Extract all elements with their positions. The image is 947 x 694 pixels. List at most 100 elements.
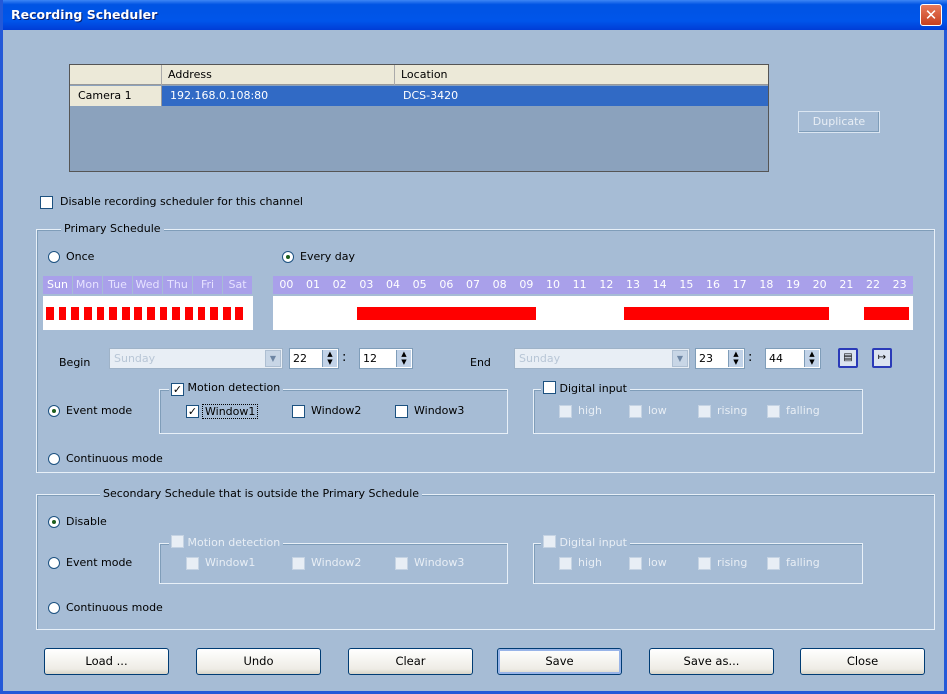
week-schedule-bar xyxy=(96,307,105,320)
hour-label[interactable]: 03 xyxy=(353,276,380,294)
day-header-tue[interactable]: Tue xyxy=(103,276,132,294)
hour-label[interactable]: 10 xyxy=(540,276,567,294)
hour-label[interactable]: 23 xyxy=(886,276,913,294)
hour-label[interactable]: 05 xyxy=(406,276,433,294)
primary-window2-checkbox[interactable] xyxy=(292,405,305,418)
every-day-label: Every day xyxy=(300,250,355,263)
save-as-button[interactable]: Save as... xyxy=(649,648,774,675)
hour-label[interactable]: 18 xyxy=(753,276,780,294)
end-hour-spinner[interactable]: 23 ▲ ▼ xyxy=(695,348,745,369)
secondary-window2-checkbox[interactable] xyxy=(292,557,305,570)
once-radio[interactable] xyxy=(48,251,60,263)
close-button[interactable]: Close xyxy=(800,648,925,675)
window-title: Recording Scheduler xyxy=(11,7,158,22)
hour-label[interactable]: 00 xyxy=(273,276,300,294)
hour-label[interactable]: 13 xyxy=(620,276,647,294)
hour-label[interactable]: 21 xyxy=(833,276,860,294)
secondary-event-mode-label: Event mode xyxy=(66,556,133,569)
column-header-address: Address xyxy=(162,65,395,85)
begin-label: Begin xyxy=(59,356,91,369)
begin-hour-value: 22 xyxy=(293,352,307,365)
hour-label[interactable]: 19 xyxy=(780,276,807,294)
primary-window3-checkbox[interactable] xyxy=(395,405,408,418)
hour-label[interactable]: 02 xyxy=(326,276,353,294)
day-header-thu[interactable]: Thu xyxy=(163,276,192,294)
primary-continuous-mode-radio[interactable] xyxy=(48,453,60,465)
apply-range-icon[interactable]: ↦ xyxy=(872,348,892,368)
secondary-digital-label: Digital input xyxy=(559,536,627,549)
secondary-disable-radio[interactable] xyxy=(48,516,60,528)
secondary-digital-low-checkbox[interactable] xyxy=(629,557,642,570)
primary-digital-rising-label: rising xyxy=(717,404,748,417)
begin-hour-spinner[interactable]: 22 ▲ ▼ xyxy=(289,348,339,369)
spin-arrows-icon[interactable]: ▲ ▼ xyxy=(804,350,819,367)
secondary-event-mode-radio[interactable] xyxy=(48,557,60,569)
spin-arrows-icon[interactable]: ▲ ▼ xyxy=(396,350,411,367)
end-minute-value: 44 xyxy=(769,352,783,365)
hour-label[interactable]: 06 xyxy=(433,276,460,294)
chevron-down-icon: ▼ xyxy=(672,350,688,367)
day-header-wed[interactable]: Wed xyxy=(133,276,162,294)
day-header-sat[interactable]: Sat xyxy=(223,276,252,294)
hour-label[interactable]: 09 xyxy=(513,276,540,294)
hour-label[interactable]: 11 xyxy=(566,276,593,294)
camera-location-cell: DCS-3420 xyxy=(395,86,768,106)
hour-label[interactable]: 17 xyxy=(726,276,753,294)
primary-window2-label: Window2 xyxy=(311,404,362,417)
hour-label[interactable]: 16 xyxy=(700,276,727,294)
hour-label[interactable]: 01 xyxy=(300,276,327,294)
week-schedule-bar xyxy=(46,307,54,320)
day-header-mon[interactable]: Mon xyxy=(73,276,102,294)
undo-button[interactable]: Undo xyxy=(196,648,321,675)
end-day-select[interactable]: Sunday ▼ xyxy=(514,348,690,369)
hour-label[interactable]: 20 xyxy=(806,276,833,294)
hour-label[interactable]: 12 xyxy=(593,276,620,294)
hour-label[interactable]: 07 xyxy=(460,276,487,294)
hour-label[interactable]: 15 xyxy=(673,276,700,294)
day-header-fri[interactable]: Fri xyxy=(193,276,222,294)
begin-day-select[interactable]: Sunday ▼ xyxy=(109,348,283,369)
secondary-digital-high-checkbox[interactable] xyxy=(559,557,572,570)
apply-schedule-icon[interactable]: ▤ xyxy=(838,348,858,368)
close-window-button[interactable]: ✕ xyxy=(920,4,942,26)
primary-digital-checkbox[interactable] xyxy=(543,381,556,394)
secondary-motion-label: Motion detection xyxy=(187,536,281,549)
primary-event-mode-label: Event mode xyxy=(66,404,133,417)
week-schedule-bar xyxy=(172,307,181,320)
clear-button[interactable]: Clear xyxy=(348,648,473,675)
primary-motion-checkbox[interactable]: ✓ xyxy=(171,383,184,396)
primary-digital-low-checkbox[interactable] xyxy=(629,405,642,418)
duplicate-button[interactable]: Duplicate xyxy=(798,111,880,133)
primary-window1-checkbox[interactable]: ✓ xyxy=(186,405,199,418)
primary-digital-rising-checkbox[interactable] xyxy=(698,405,711,418)
week-schedule-bar xyxy=(210,307,218,320)
secondary-continuous-mode-radio[interactable] xyxy=(48,602,60,614)
hour-label[interactable]: 08 xyxy=(486,276,513,294)
time-separator: : xyxy=(342,350,347,365)
save-button[interactable]: Save xyxy=(497,648,622,675)
hour-label[interactable]: 04 xyxy=(380,276,407,294)
begin-minute-spinner[interactable]: 12 ▲ ▼ xyxy=(359,348,413,369)
every-day-radio[interactable] xyxy=(282,251,294,263)
spin-arrows-icon[interactable]: ▲ ▼ xyxy=(728,350,743,367)
hour-label[interactable]: 22 xyxy=(860,276,887,294)
hour-label[interactable]: 14 xyxy=(646,276,673,294)
primary-digital-high-checkbox[interactable] xyxy=(559,405,572,418)
secondary-motion-title: Motion detection xyxy=(169,535,284,549)
time-separator: : xyxy=(748,350,753,365)
secondary-motion-checkbox[interactable] xyxy=(171,535,184,548)
end-minute-spinner[interactable]: 44 ▲ ▼ xyxy=(765,348,821,369)
secondary-digital-rising-checkbox[interactable] xyxy=(698,557,711,570)
secondary-digital-checkbox[interactable] xyxy=(543,535,556,548)
primary-digital-falling-checkbox[interactable] xyxy=(767,405,780,418)
disable-channel-checkbox[interactable] xyxy=(40,196,53,209)
load-button[interactable]: Load ... xyxy=(44,648,169,675)
secondary-window3-checkbox[interactable] xyxy=(395,557,408,570)
secondary-window1-checkbox[interactable] xyxy=(186,557,199,570)
camera-table[interactable]: Address Location Camera 1 192.168.0.108:… xyxy=(69,64,769,172)
table-row[interactable]: Camera 1 192.168.0.108:80 DCS-3420 xyxy=(70,86,768,106)
primary-event-mode-radio[interactable] xyxy=(48,405,60,417)
spin-arrows-icon[interactable]: ▲ ▼ xyxy=(322,350,337,367)
secondary-digital-falling-checkbox[interactable] xyxy=(767,557,780,570)
day-header-sun[interactable]: Sun xyxy=(43,276,72,294)
